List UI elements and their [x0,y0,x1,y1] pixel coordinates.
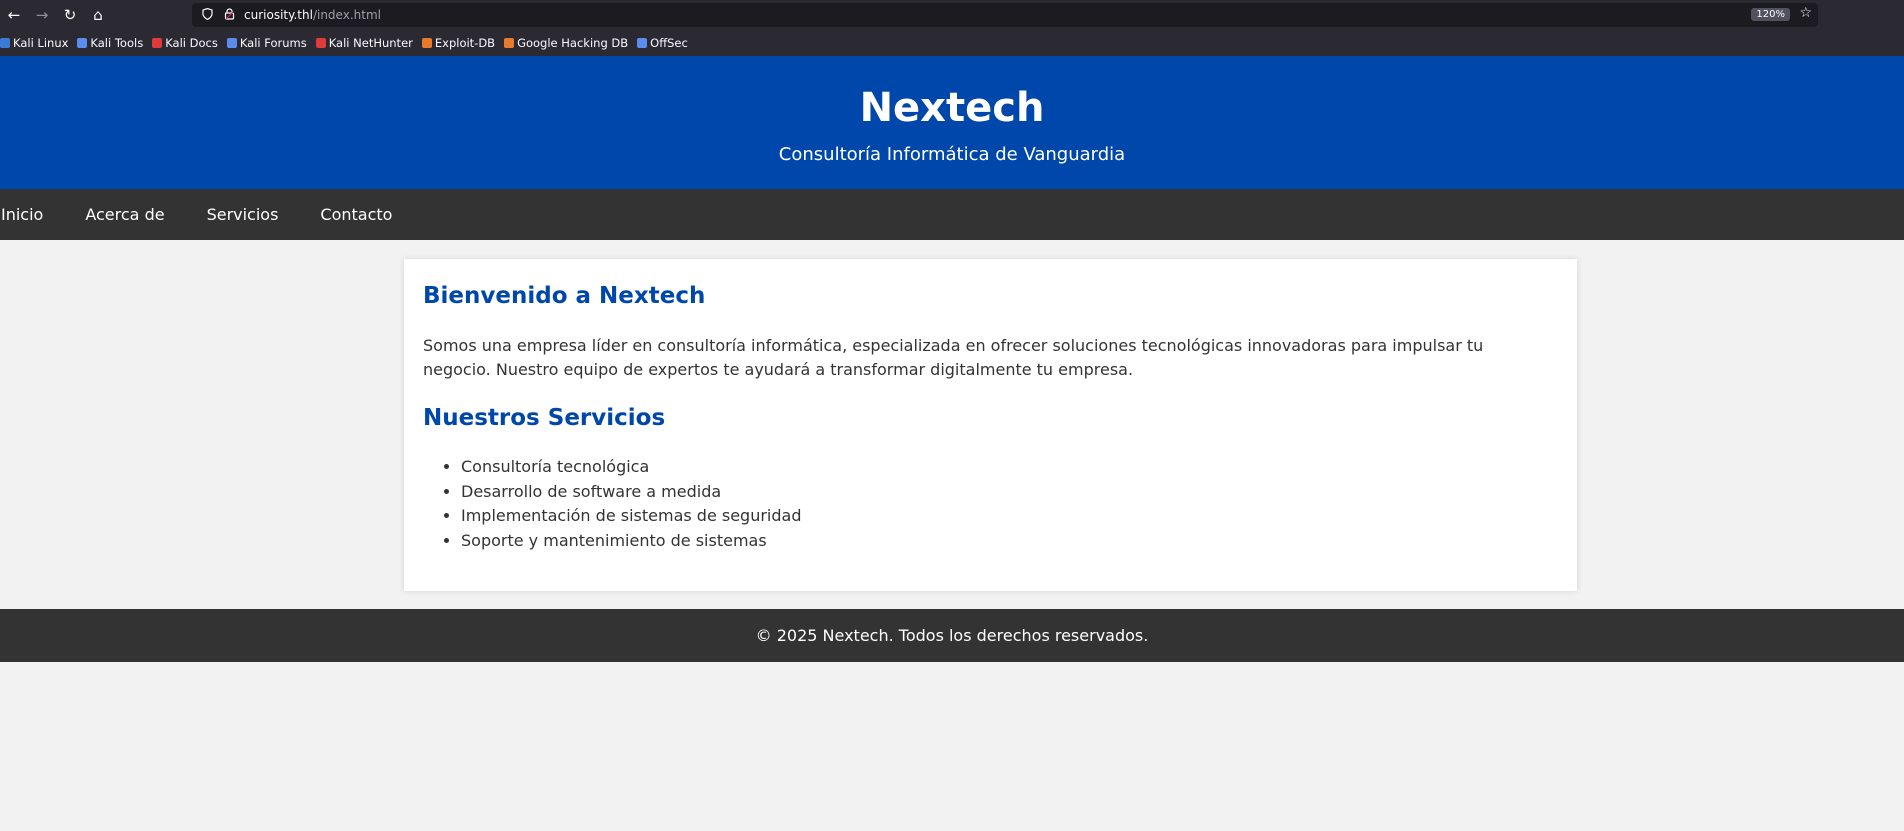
service-item: Consultoría tecnológica [461,455,802,480]
shield-icon[interactable] [200,7,214,23]
bookmark-star-icon[interactable]: ☆ [1799,5,1812,21]
bookmark-label: Kali Tools [90,36,144,50]
service-item: Desarrollo de software a medida [461,480,802,505]
bookmark-favicon-icon [77,38,88,48]
site-title: Nextech [859,85,1045,131]
url-path: /index.html [312,8,381,22]
bookmark-favicon-icon [315,38,326,48]
bookmark-label: Kali Forums [239,36,307,50]
site-nav: Inicio Acerca de Servicios Contacto [0,189,1904,240]
site-header: Nextech Consultoría Informática de Vangu… [0,56,1904,189]
reload-icon[interactable]: ↻ [56,4,84,26]
bookmark-favicon-icon [0,38,10,48]
bookmark-item[interactable]: Exploit-DB [421,36,496,50]
site-footer: © 2025 Nextech. Todos los derechos reser… [0,609,1904,662]
bookmark-item[interactable]: Kali Tools [77,36,143,50]
bookmark-item[interactable]: Kali Forums [226,36,307,50]
service-item: Soporte y mantenimiento de sistemas [461,529,802,554]
bookmark-label: Google Hacking DB [517,36,629,50]
welcome-heading: Bienvenido a Nextech [423,283,706,309]
footer-text: © 2025 Nextech. Todos los derechos reser… [755,626,1149,645]
intro-paragraph: Somos una empresa líder en consultoría i… [423,336,1484,379]
url-text[interactable]: curiosity.thl/index.html [244,8,381,22]
forward-icon[interactable]: → [28,4,56,26]
bookmark-label: Kali NetHunter [328,36,413,50]
nav-link-contacto[interactable]: Contacto [320,205,392,224]
browser-nav-buttons: ← → ↻ ⌂ [0,4,112,26]
address-bar[interactable]: curiosity.thl/index.html 120% ☆ [192,3,1818,27]
nav-link-servicios[interactable]: Servicios [207,205,279,224]
bookmark-favicon-icon [152,38,163,48]
site-subtitle: Consultoría Informática de Vanguardia [778,144,1126,165]
nav-link-acerca-de[interactable]: Acerca de [85,205,164,224]
lock-icon[interactable] [222,7,236,23]
bookmark-item[interactable]: Kali NetHunter [315,36,413,50]
url-host: curiosity.thl [244,8,313,22]
bookmark-label: Kali Docs [165,36,218,50]
bookmark-label: OffSec [650,36,688,50]
services-heading: Nuestros Servicios [423,405,666,431]
services-list: Consultoría tecnológica Desarrollo de so… [423,455,802,553]
bookmark-favicon-icon [226,38,237,48]
bookmark-favicon-icon [504,38,515,48]
bookmark-item[interactable]: Kali Docs [152,36,218,50]
bookmark-label: Exploit-DB [434,36,496,50]
back-icon[interactable]: ← [0,4,28,26]
bookmark-favicon-icon [421,38,432,48]
bookmark-favicon-icon [637,38,648,48]
service-item: Implementación de sistemas de seguridad [461,504,802,529]
nav-link-inicio[interactable]: Inicio [1,205,43,224]
bookmark-label: Kali Linux [13,36,69,50]
bookmark-item[interactable]: Google Hacking DB [504,36,628,50]
bookmark-item[interactable]: OffSec [637,36,688,50]
bookmark-item[interactable]: Kali Linux [0,36,68,50]
zoom-badge[interactable]: 120% [1751,8,1790,21]
bookmarks-bar: Kali Linux Kali Tools Kali Docs Kali Forums… [0,33,697,53]
home-icon[interactable]: ⌂ [84,4,112,26]
content-card: Bienvenido a Nextech Somos una empresa l… [404,259,1577,591]
browser-chrome: ← → ↻ ⌂ curiosity.thl/index.html 120% ☆ … [0,0,1904,56]
